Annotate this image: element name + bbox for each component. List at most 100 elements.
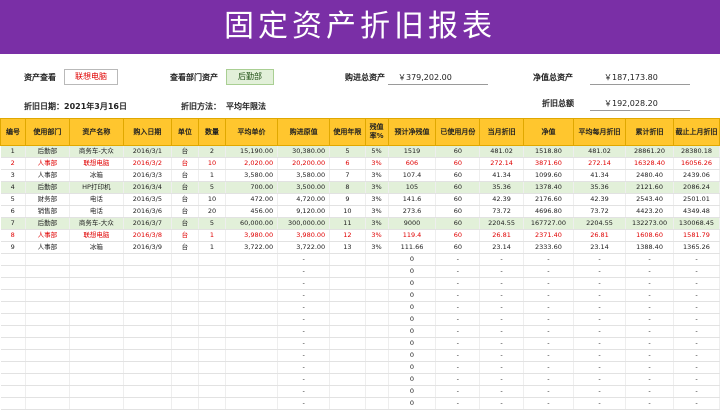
table-cell[interactable]: 107.4 [388, 169, 437, 182]
table-cell[interactable] [329, 265, 366, 278]
table-cell[interactable]: 台 [171, 181, 199, 194]
table-cell[interactable]: 4 [0, 181, 26, 194]
table-cell[interactable]: 26.81 [573, 229, 627, 242]
table-cell[interactable]: 9 [0, 241, 26, 254]
table-cell[interactable]: 3% [365, 205, 389, 218]
table-cell[interactable] [225, 313, 279, 326]
table-cell[interactable]: 60 [435, 193, 481, 206]
table-cell[interactable]: 20,200.00 [277, 157, 331, 170]
table-cell[interactable]: - [435, 265, 481, 278]
table-cell[interactable]: - [523, 325, 574, 338]
table-cell[interactable]: 4349.48 [673, 205, 720, 218]
table-cell[interactable]: 3,580.00 [277, 169, 331, 182]
table-cell[interactable]: 16328.40 [625, 157, 674, 170]
table-cell[interactable] [123, 289, 172, 302]
table-cell[interactable]: - [625, 313, 674, 326]
table-cell[interactable]: 60 [435, 181, 481, 194]
table-cell[interactable] [198, 265, 227, 278]
table-cell[interactable]: 1 [198, 241, 227, 254]
empty-table-row[interactable]: -0------ [0, 301, 720, 314]
table-cell[interactable]: - [625, 253, 674, 266]
table-cell[interactable]: 1608.60 [625, 229, 674, 242]
table-cell[interactable] [25, 301, 70, 314]
table-cell[interactable]: 台 [171, 193, 199, 206]
table-cell[interactable] [123, 301, 172, 314]
table-cell[interactable]: 台 [171, 205, 199, 218]
table-cell[interactable] [198, 313, 227, 326]
table-cell[interactable]: - [277, 289, 331, 302]
table-cell[interactable]: 273.6 [388, 205, 437, 218]
table-cell[interactable] [225, 301, 279, 314]
table-cell[interactable] [225, 277, 279, 290]
table-cell[interactable]: 0 [388, 289, 437, 302]
table-cell[interactable]: 456.00 [225, 205, 279, 218]
table-cell[interactable]: 电话 [69, 193, 124, 206]
table-cell[interactable]: 后勤部 [25, 181, 70, 194]
table-cell[interactable]: - [479, 325, 524, 338]
table-cell[interactable]: 0 [388, 325, 437, 338]
table-cell[interactable]: - [673, 253, 720, 266]
table-cell[interactable]: 60 [435, 217, 481, 230]
table-cell[interactable] [69, 313, 124, 326]
table-cell[interactable]: 700.00 [225, 181, 279, 194]
table-cell[interactable]: 0 [388, 301, 437, 314]
table-cell[interactable]: 26.81 [479, 229, 524, 242]
table-cell[interactable]: 后勤部 [25, 145, 70, 158]
table-cell[interactable]: 2 [198, 145, 227, 158]
table-cell[interactable]: - [625, 301, 674, 314]
table-cell[interactable] [198, 325, 227, 338]
table-cell[interactable] [171, 349, 199, 362]
table-cell[interactable]: - [625, 373, 674, 386]
table-cell[interactable] [69, 337, 124, 350]
column-header[interactable]: 已使用月份 [435, 118, 481, 146]
table-cell[interactable]: 10 [329, 205, 366, 218]
table-cell[interactable]: 人事部 [25, 157, 70, 170]
table-cell[interactable] [25, 385, 70, 398]
table-cell[interactable]: - [673, 337, 720, 350]
table-cell[interactable]: 4696.80 [523, 205, 574, 218]
table-cell[interactable]: 9,120.00 [277, 205, 331, 218]
table-cell[interactable]: 3% [365, 193, 389, 206]
table-cell[interactable]: 2480.40 [625, 169, 674, 182]
table-cell[interactable] [0, 325, 26, 338]
table-cell[interactable]: 9 [329, 193, 366, 206]
table-cell[interactable]: - [573, 385, 627, 398]
table-cell[interactable] [123, 361, 172, 374]
column-header[interactable]: 购入日期 [122, 118, 172, 146]
table-cell[interactable] [69, 385, 124, 398]
table-row[interactable]: 1 后勤部 商务车-大众 2016/3/1 台 2 15,190.00 30,380.00 5 5… [0, 145, 720, 158]
table-cell[interactable]: 3% [365, 217, 389, 230]
table-cell[interactable] [69, 289, 124, 302]
table-cell[interactable]: 1 [198, 229, 227, 242]
table-cell[interactable] [365, 361, 389, 374]
table-cell[interactable]: - [523, 301, 574, 314]
table-cell[interactable]: 2016/3/2 [123, 157, 172, 170]
table-cell[interactable]: 1 [198, 169, 227, 182]
table-cell[interactable] [69, 325, 124, 338]
table-cell[interactable]: 联想电脑 [69, 157, 124, 170]
table-cell[interactable] [329, 325, 366, 338]
table-cell[interactable] [365, 325, 389, 338]
table-cell[interactable] [198, 289, 227, 302]
table-cell[interactable] [329, 313, 366, 326]
table-cell[interactable]: 7 [0, 217, 26, 230]
table-cell[interactable]: 5 [198, 217, 227, 230]
table-cell[interactable]: - [673, 385, 720, 398]
empty-table-row[interactable]: -0------ [0, 325, 720, 338]
table-cell[interactable] [25, 373, 70, 386]
table-cell[interactable] [225, 265, 279, 278]
table-cell[interactable]: 5 [0, 193, 26, 206]
table-cell[interactable] [171, 277, 199, 290]
table-cell[interactable]: 472.00 [225, 193, 279, 206]
empty-table-row[interactable]: -0------ [0, 277, 720, 290]
table-cell[interactable]: - [479, 361, 524, 374]
table-cell[interactable] [329, 385, 366, 398]
table-cell[interactable] [25, 361, 70, 374]
table-cell[interactable]: 3,980.00 [277, 229, 331, 242]
table-cell[interactable]: 3,980.00 [225, 229, 279, 242]
table-cell[interactable] [0, 253, 26, 266]
table-cell[interactable]: 台 [171, 229, 199, 242]
table-cell[interactable]: 272.14 [573, 157, 627, 170]
table-row[interactable]: 2 人事部 联想电脑 2016/3/2 台 10 2,020.00 20,200.00 6 3% 6… [0, 157, 720, 170]
table-cell[interactable]: 10 [198, 157, 227, 170]
